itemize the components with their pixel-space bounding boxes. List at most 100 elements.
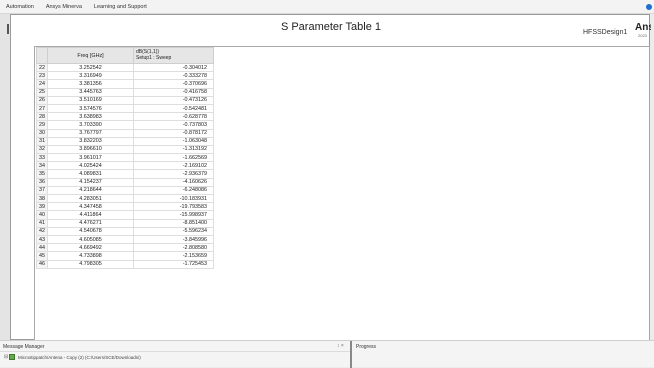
row-index-cell: 37 <box>36 185 48 196</box>
message-manager-title: Message Manager <box>3 344 45 350</box>
db-s11-cell: -4.160626 <box>133 177 214 187</box>
row-index-cell: 35 <box>36 169 48 179</box>
row-index-cell: 27 <box>36 103 48 114</box>
table-row[interactable]: 31 3.832203 -1.063048 <box>36 136 214 146</box>
message-entry-text: Microstippatch/Antena - Copy (2) (C:/Use… <box>18 354 141 360</box>
table-body: 22 3.252542 -0.304012 23 3.316949 -0.333278 24… <box>36 62 214 269</box>
db-s11-cell: -0.416758 <box>133 87 214 97</box>
freq-cell: 3.896610 <box>47 144 134 155</box>
row-index-cell: 44 <box>36 243 48 253</box>
db-s11-cell: -0.628778 <box>133 112 214 122</box>
panel-divider[interactable] <box>350 341 352 368</box>
menu-automation[interactable]: Automation <box>0 4 40 10</box>
row-index-cell: 24 <box>36 79 48 89</box>
freq-cell: 3.252542 <box>47 62 134 73</box>
table-row[interactable]: 43 4.605085 -3.845996 <box>36 234 214 245</box>
db-s11-cell: -0.737803 <box>133 120 214 130</box>
db-s11-cell: -0.333278 <box>133 71 214 81</box>
row-index-header <box>36 47 48 64</box>
table-row[interactable]: 24 3.381356 -0.370696 <box>36 79 214 89</box>
table-row[interactable]: 23 3.316949 -0.333278 <box>36 71 214 81</box>
freq-cell: 4.540678 <box>47 226 134 236</box>
row-index-cell: 31 <box>36 136 48 146</box>
table-row[interactable]: 29 3.703390 -0.737803 <box>36 120 214 130</box>
progress-title: Progress <box>356 344 377 350</box>
menu-ansys-minerva[interactable]: Ansys Minerva <box>40 4 88 10</box>
table-row[interactable]: 27 3.574576 -0.542481 <box>36 103 214 114</box>
table-row[interactable]: 35 4.089831 -2.936379 <box>36 169 214 179</box>
message-entry[interactable]: ⊟ Microstippatch/Antena - Copy (2) (C:/U… <box>4 354 141 360</box>
row-index-cell: 23 <box>36 71 48 81</box>
row-index-cell: 45 <box>36 251 48 261</box>
db-s11-cell: -0.304012 <box>133 62 214 73</box>
table-row[interactable]: 45 4.733898 -2.153659 <box>36 251 214 261</box>
db-s11-cell: -2.153659 <box>133 251 214 261</box>
db-s11-cell: -19.793583 <box>133 202 214 212</box>
s-parameter-table: Freq [GHz] dB(S(1,1)) Setup1 : Sweep 22 3… <box>36 47 214 269</box>
freq-cell: 4.154237 <box>47 177 134 187</box>
table-row[interactable]: 34 4.025424 -2.169102 <box>36 161 214 171</box>
splitter-handle[interactable] <box>7 24 9 34</box>
db-s11-cell: -8.851400 <box>133 218 214 228</box>
table-row[interactable]: 37 4.218644 -6.248086 <box>36 185 214 196</box>
row-index-cell: 34 <box>36 161 48 171</box>
freq-cell: 4.798305 <box>47 259 134 269</box>
table-row[interactable]: 40 4.411864 -15.998937 <box>36 210 214 220</box>
row-index-cell: 39 <box>36 202 48 212</box>
freq-column-header[interactable]: Freq [GHz] <box>47 47 134 64</box>
help-icon[interactable] <box>646 4 652 10</box>
menu-learning-support[interactable]: Learning and Support <box>88 4 153 10</box>
table-row[interactable]: 26 3.510169 -0.473126 <box>36 95 214 105</box>
db-s11-cell: -1.313192 <box>133 144 214 155</box>
table-row[interactable]: 39 4.347458 -19.793583 <box>36 202 214 212</box>
table-row[interactable]: 25 3.445763 -0.416758 <box>36 87 214 97</box>
table-row[interactable]: 41 4.476271 -8.851400 <box>36 218 214 228</box>
freq-cell: 3.445763 <box>47 87 134 97</box>
row-index-cell: 25 <box>36 87 48 97</box>
message-manager-controls[interactable]: ↕ × <box>337 343 344 349</box>
menu-bar: Automation Ansys Minerva Learning and Su… <box>0 0 654 14</box>
table-row[interactable]: 32 3.896610 -1.313192 <box>36 144 214 155</box>
ansys-logo: Ansys <box>635 22 651 33</box>
freq-cell: 4.411864 <box>47 210 134 220</box>
db-s11-cell: -1.662569 <box>133 153 214 163</box>
table-row[interactable]: 30 3.767797 -0.878172 <box>36 128 214 138</box>
report-window: S Parameter Table 1 HFSSDesign1 Ansys 20… <box>10 14 651 341</box>
freq-cell: 4.283051 <box>47 193 134 204</box>
setup-sweep-header-label: Setup1 : Sweep <box>136 54 172 61</box>
table-row[interactable]: 28 3.638983 -0.628778 <box>36 112 214 122</box>
db-s11-cell: -0.370696 <box>133 79 214 89</box>
row-index-cell: 43 <box>36 234 48 245</box>
table-header-row: Freq [GHz] dB(S(1,1)) Setup1 : Sweep <box>36 47 214 64</box>
freq-cell: 4.089831 <box>47 169 134 179</box>
freq-cell: 3.703390 <box>47 120 134 130</box>
table-row[interactable]: 44 4.669492 -2.808580 <box>36 243 214 253</box>
freq-cell: 4.025424 <box>47 161 134 171</box>
freq-cell: 4.669492 <box>47 243 134 253</box>
freq-cell: 4.476271 <box>47 218 134 228</box>
bottom-panels: Message Manager ↕ × ⊟ Microstippatch/Ant… <box>0 340 654 368</box>
row-index-cell: 46 <box>36 259 48 269</box>
freq-cell: 3.638983 <box>47 112 134 122</box>
db-s11-cell: -10.183931 <box>133 193 214 204</box>
table-row[interactable]: 36 4.154237 -4.160626 <box>36 177 214 187</box>
db-s11-column-header[interactable]: dB(S(1,1)) Setup1 : Sweep <box>133 47 214 64</box>
db-s11-cell: -15.998937 <box>133 210 214 220</box>
row-index-cell: 36 <box>36 177 48 187</box>
db-s11-cell: -0.878172 <box>133 128 214 138</box>
row-index-cell: 29 <box>36 120 48 130</box>
table-row[interactable]: 38 4.283051 -10.183931 <box>36 193 214 204</box>
ansys-version: 2023 <box>638 33 647 38</box>
table-row[interactable]: 42 4.540678 -5.596234 <box>36 226 214 236</box>
report-title: S Parameter Table 1 <box>280 21 382 33</box>
freq-cell: 3.574576 <box>47 103 134 114</box>
row-index-cell: 40 <box>36 210 48 220</box>
freq-cell: 3.381356 <box>47 79 134 89</box>
db-s11-cell: -2.169102 <box>133 161 214 171</box>
table-row[interactable]: 46 4.798305 -1.725453 <box>36 259 214 269</box>
freq-cell: 3.767797 <box>47 128 134 138</box>
table-row[interactable]: 33 3.961017 -1.662569 <box>36 153 214 163</box>
row-index-cell: 42 <box>36 226 48 236</box>
table-row[interactable]: 22 3.252542 -0.304012 <box>36 62 214 73</box>
db-s11-cell: -0.473126 <box>133 95 214 105</box>
